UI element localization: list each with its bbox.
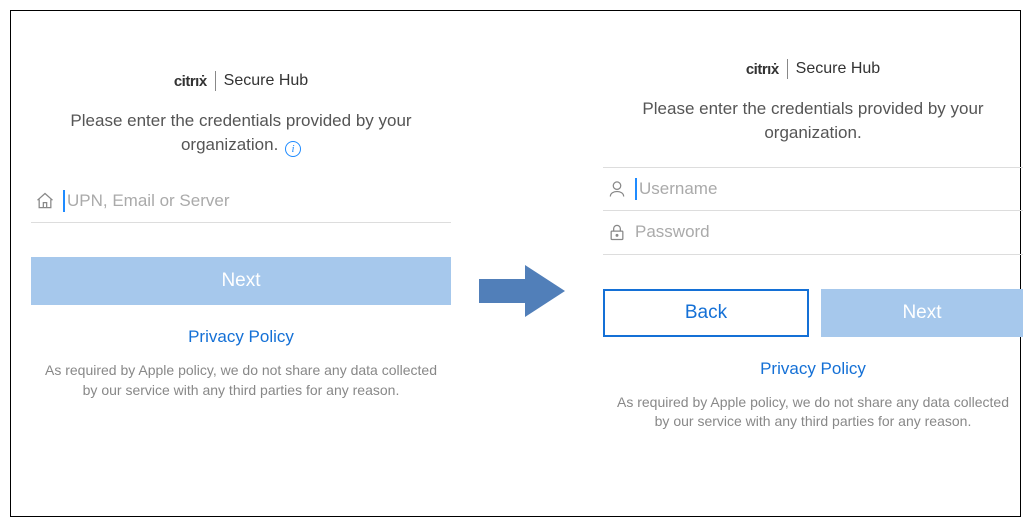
privacy-policy-link[interactable]: Privacy Policy (760, 359, 866, 379)
button-row: Back Next (603, 289, 1023, 337)
screen-credentials: citrıẋ Secure Hub Please enter the crede… (603, 59, 1023, 432)
instruction-text: Please enter the credentials provided by… (31, 109, 451, 157)
text-cursor (63, 190, 65, 212)
product-name: Secure Hub (224, 72, 309, 90)
citrix-logo: citrıẋ (746, 61, 779, 78)
username-input[interactable]: Username (603, 167, 1023, 211)
app-frame: citrıẋ Secure Hub Please enter the crede… (10, 10, 1021, 517)
server-placeholder: UPN, Email or Server (67, 191, 229, 211)
brand-header: citrıẋ Secure Hub (31, 71, 451, 91)
home-icon (35, 191, 63, 211)
screen-enter-server: citrıẋ Secure Hub Please enter the crede… (31, 71, 451, 401)
next-button[interactable]: Next (821, 289, 1023, 337)
user-icon (607, 179, 635, 199)
info-icon[interactable]: i (285, 141, 301, 157)
password-input[interactable]: Password (603, 211, 1023, 255)
legal-text: As required by Apple policy, we do not s… (603, 393, 1023, 432)
brand-divider (215, 71, 216, 91)
product-name: Secure Hub (796, 60, 881, 78)
back-button[interactable]: Back (603, 289, 809, 337)
username-placeholder: Username (639, 179, 717, 199)
legal-text: As required by Apple policy, we do not s… (31, 361, 451, 400)
password-placeholder: Password (635, 222, 710, 242)
server-input[interactable]: UPN, Email or Server (31, 179, 451, 223)
privacy-policy-link[interactable]: Privacy Policy (188, 327, 294, 347)
citrix-logo: citrıẋ (174, 73, 207, 90)
brand-header: citrıẋ Secure Hub (603, 59, 1023, 79)
next-button[interactable]: Next (31, 257, 451, 305)
instruction-text: Please enter the credentials provided by… (603, 97, 1023, 145)
lock-icon (607, 222, 635, 242)
brand-divider (787, 59, 788, 79)
arrow-icon (479, 261, 569, 321)
text-cursor (635, 178, 637, 200)
